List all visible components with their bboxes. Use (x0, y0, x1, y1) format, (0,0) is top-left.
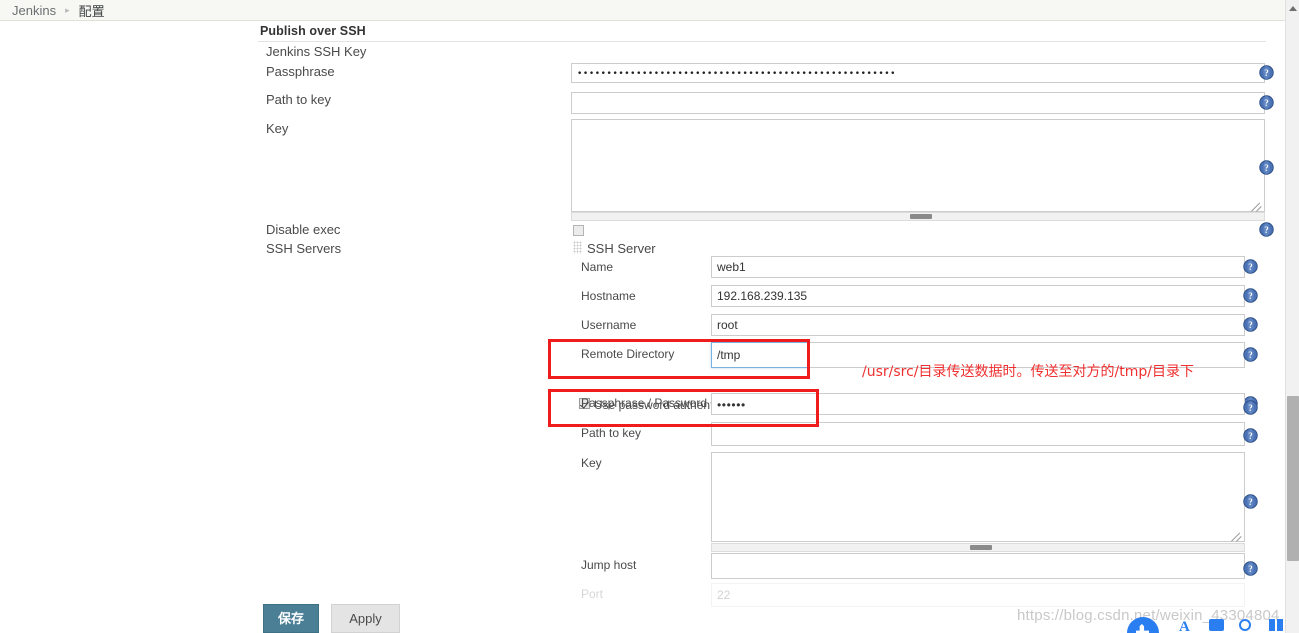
label-ssh-servers: SSH Servers (266, 241, 342, 256)
ellipse-tool-icon[interactable] (1239, 619, 1251, 631)
scroll-up-arrow-icon[interactable] (1286, 0, 1299, 16)
svg-text:?: ? (1248, 497, 1252, 507)
svg-text:?: ? (1264, 98, 1268, 108)
port-input[interactable] (711, 583, 1245, 607)
annotation-box-remote-directory (548, 339, 810, 379)
label-path-to-key: Path to key (266, 92, 332, 107)
label-jump-host: Jump host (581, 558, 637, 572)
help-icon[interactable]: ? (1243, 561, 1258, 576)
help-icon[interactable]: ? (1243, 288, 1258, 303)
config-form: Publish over SSH Jenkins SSH Key Passphr… (0, 22, 1285, 633)
help-icon[interactable]: ? (1243, 400, 1258, 415)
apply-button[interactable]: Apply (331, 604, 400, 633)
breadcrumb: Jenkins ▸ 配置 (0, 0, 1285, 21)
svg-text:?: ? (1264, 68, 1268, 78)
path-to-key-input[interactable] (571, 92, 1265, 114)
help-icon[interactable]: ? (1243, 259, 1258, 274)
ssh-server-hostname-input[interactable] (711, 285, 1245, 307)
page-scrollbar[interactable] (1285, 0, 1299, 633)
ssh-server-username-input[interactable] (711, 314, 1245, 336)
help-icon[interactable]: ? (1243, 428, 1258, 443)
disable-exec-checkbox[interactable] (573, 225, 584, 236)
brand-logo-icon (1127, 617, 1159, 633)
svg-text:?: ? (1248, 262, 1252, 272)
screenshot-toolbar[interactable]: A (1127, 617, 1299, 633)
label-passphrase: Passphrase (266, 64, 335, 79)
label-key: Key (266, 121, 289, 136)
svg-text:?: ? (1264, 225, 1268, 235)
label-port: Port (581, 587, 604, 601)
help-icon[interactable]: ? (1243, 494, 1258, 509)
scrollbar-thumb[interactable] (970, 545, 992, 550)
help-icon[interactable]: ? (1243, 317, 1258, 332)
label-inner-path-to-key: Path to key (581, 426, 642, 440)
svg-text:?: ? (1248, 431, 1252, 441)
breadcrumb-item-current[interactable]: 配置 (79, 1, 105, 20)
label-disable-exec: Disable exec (266, 222, 341, 237)
save-button[interactable]: 保存 (263, 604, 319, 633)
label-name: Name (581, 260, 614, 274)
annotation-box-passphrase-password (548, 389, 819, 427)
ssh-server-heading: SSH Server (587, 241, 656, 256)
svg-text:?: ? (1248, 350, 1252, 360)
svg-text:?: ? (1248, 291, 1252, 301)
annotation-remote-directory: /usr/src/目录传送数据时。传送至对方的/tmp/目录下 (862, 364, 1194, 380)
svg-text:?: ? (1264, 163, 1268, 173)
ssh-server-name-input[interactable] (711, 256, 1245, 278)
svg-text:?: ? (1248, 403, 1252, 413)
help-icon[interactable]: ? (1259, 222, 1274, 237)
label-inner-key: Key (581, 456, 602, 470)
svg-text:?: ? (1248, 320, 1252, 330)
text-tool-icon[interactable]: A (1179, 619, 1190, 633)
drag-handle-icon[interactable] (573, 241, 582, 254)
key-textarea[interactable] (571, 119, 1265, 212)
help-icon[interactable]: ? (1259, 160, 1274, 175)
section-title-publish-over-ssh: Publish over SSH (260, 24, 366, 38)
section-divider (258, 41, 1266, 42)
help-icon[interactable]: ? (1259, 95, 1274, 110)
inner-key-horizontal-scrollbar[interactable] (711, 543, 1245, 552)
label-jenkins-ssh-key: Jenkins SSH Key (266, 44, 367, 59)
inner-key-textarea[interactable] (711, 452, 1245, 542)
label-hostname: Hostname (581, 289, 636, 303)
page-scrollbar-thumb[interactable] (1287, 396, 1299, 561)
key-horizontal-scrollbar[interactable] (571, 212, 1265, 221)
mosaic-tool-icon[interactable] (1269, 619, 1283, 631)
jump-host-input[interactable] (711, 553, 1245, 579)
rect-tool-icon[interactable] (1209, 619, 1224, 631)
help-icon[interactable]: ? (1259, 65, 1274, 80)
label-username: Username (581, 318, 637, 332)
help-icon[interactable]: ? (1243, 347, 1258, 362)
passphrase-input[interactable]: ••••••••••••••••••••••••••••••••••••••••… (571, 63, 1265, 83)
svg-text:?: ? (1248, 564, 1252, 574)
screenshot-root: Jenkins ▸ 配置 Publish over SSH Jenkins SS… (0, 0, 1299, 633)
scrollbar-thumb[interactable] (910, 214, 932, 219)
breadcrumb-item-jenkins[interactable]: Jenkins (12, 3, 56, 18)
chevron-right-icon: ▸ (65, 4, 70, 15)
